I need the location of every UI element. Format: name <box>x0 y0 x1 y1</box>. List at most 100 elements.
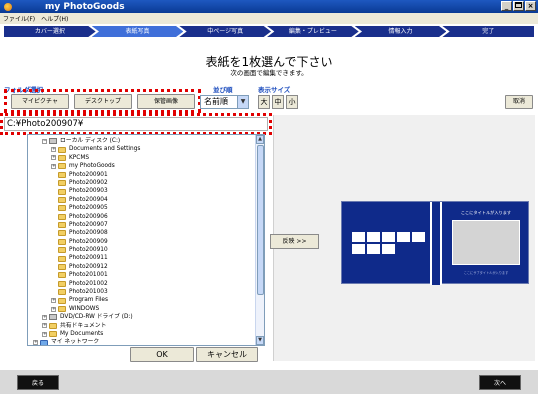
sort-select[interactable]: 名前順 ▼ <box>200 95 249 109</box>
tree-item[interactable]: + Program Files <box>28 296 254 304</box>
reset-button[interactable]: 取消 <box>505 95 533 109</box>
folder-icon <box>49 331 57 338</box>
folder-icon <box>58 272 66 279</box>
folder-icon <box>58 188 66 195</box>
scroll-down-icon[interactable]: ▼ <box>256 336 264 345</box>
tree-item[interactable]: Photo200902 <box>28 179 254 187</box>
size-medium-button[interactable]: 中 <box>272 95 284 109</box>
desktop-button[interactable]: デスクトップ <box>74 94 132 109</box>
tree-item-label: Photo200905 <box>69 205 108 212</box>
tree-item[interactable]: Photo200912 <box>28 263 254 271</box>
current-path: C:¥Photo200907¥ <box>4 117 268 131</box>
tree-item[interactable]: Photo200909 <box>28 238 254 246</box>
tree-item[interactable]: Photo201001 <box>28 271 254 279</box>
folder-icon <box>58 264 66 271</box>
folder-icon <box>58 205 66 212</box>
tree-item-label: Photo200907 <box>69 221 108 228</box>
maximize-button[interactable] <box>513 1 524 11</box>
expand-icon[interactable]: + <box>42 314 47 320</box>
minimize-button[interactable]: _ <box>501 1 512 11</box>
next-button[interactable]: 次へ <box>479 375 521 390</box>
tree-item[interactable]: Photo200906 <box>28 213 254 221</box>
expand-icon[interactable]: + <box>42 323 47 329</box>
expand-icon[interactable]: + <box>42 331 47 337</box>
tree-item[interactable]: + Documents and Settings <box>28 145 254 153</box>
maximize-icon <box>515 2 522 8</box>
folder-icon <box>58 289 66 296</box>
close-button[interactable]: × <box>525 1 536 11</box>
chevron-down-icon[interactable]: ▼ <box>237 96 248 108</box>
tree-item[interactable]: Photo201002 <box>28 280 254 288</box>
expand-icon[interactable]: + <box>51 155 56 161</box>
expand-icon[interactable]: + <box>51 298 56 304</box>
my-pictures-button[interactable]: マイピクチャ <box>11 94 69 109</box>
expand-icon[interactable]: + <box>33 340 38 345</box>
back-button[interactable]: 戻る <box>17 375 59 390</box>
tree-item[interactable]: + 共有ドキュメント <box>28 322 254 330</box>
network-icon <box>40 339 48 345</box>
tree-item[interactable]: − ローカル ディスク (C:) <box>28 137 254 145</box>
title-bar: my PhotoGoods _ × <box>0 0 538 13</box>
tree-item[interactable]: + マイ ネットワーク <box>28 338 254 346</box>
folder-icon <box>58 196 66 203</box>
drive-icon <box>49 314 57 321</box>
size-large-button[interactable]: 大 <box>258 95 270 109</box>
tree-item-label: Photo200912 <box>69 263 108 270</box>
cancel-button[interactable]: キャンセル <box>196 347 258 362</box>
tree-item[interactable]: Photo200905 <box>28 204 254 212</box>
expand-icon[interactable]: + <box>51 163 56 169</box>
scroll-thumb[interactable] <box>257 145 264 295</box>
tree-item-label: Documents and Settings <box>69 146 141 153</box>
expand-icon[interactable]: + <box>51 306 56 312</box>
menu-help[interactable]: ヘルプ(H) <box>41 14 68 23</box>
step-complete: 完了 <box>442 26 535 37</box>
ok-button[interactable]: OK <box>130 347 194 362</box>
size-small-button[interactable]: 小 <box>286 95 298 109</box>
folder-icon <box>49 322 57 329</box>
tree-item[interactable]: + KPCMS <box>28 154 254 162</box>
folder-icon <box>58 146 66 153</box>
cover-front: ここにタイトルが入ります ここにサブタイトルが入ります <box>446 206 526 280</box>
tree-item-label: My Documents <box>60 330 104 337</box>
cover-photo-placeholder <box>452 220 520 265</box>
menu-bar: ファイル(F) ヘルプ(H) <box>0 13 538 24</box>
tree-item[interactable]: + My Documents <box>28 330 254 338</box>
window-controls: _ × <box>501 1 536 11</box>
tree-item[interactable]: Photo200910 <box>28 246 254 254</box>
folder-tree[interactable]: − ローカル ディスク (C:) + Documents and Settings + K… <box>27 134 265 346</box>
tree-item[interactable]: Photo201003 <box>28 288 254 296</box>
menu-file[interactable]: ファイル(F) <box>3 14 35 23</box>
saved-images-button[interactable]: 保管画像 <box>137 94 195 109</box>
tree-item-label: マイ ネットワーク <box>51 339 100 346</box>
tree-item-label: ローカル ディスク (C:) <box>60 138 121 144</box>
apply-button[interactable]: 反映 >> <box>270 234 319 249</box>
folder-icon <box>58 280 66 287</box>
folder-icon <box>58 306 66 312</box>
sort-label: 並び順 <box>213 86 233 94</box>
folder-icon <box>58 238 66 245</box>
tree-item[interactable]: + DVD/CD-RW ドライブ (D:) <box>28 313 254 321</box>
tree-item-label: Photo200911 <box>69 255 108 262</box>
collapse-icon[interactable]: − <box>42 138 47 144</box>
scroll-up-icon[interactable]: ▲ <box>256 135 264 144</box>
folder-icon <box>58 213 66 220</box>
tree-item-label: Photo201003 <box>69 289 108 296</box>
tree-item[interactable]: Photo200908 <box>28 229 254 237</box>
folder-tree-list: − ローカル ディスク (C:) + Documents and Settings + K… <box>28 137 254 346</box>
expand-icon[interactable]: + <box>51 147 56 153</box>
tree-item[interactable]: + WINDOWS <box>28 305 254 313</box>
tree-item[interactable]: Photo200904 <box>28 196 254 204</box>
tree-scrollbar[interactable]: ▲ ▼ <box>255 135 264 345</box>
tree-item[interactable]: Photo200907 <box>28 221 254 229</box>
tree-item-label: 共有ドキュメント <box>60 322 107 329</box>
folder-icon <box>58 297 66 304</box>
tree-item[interactable]: Photo200903 <box>28 187 254 195</box>
tree-item[interactable]: Photo200911 <box>28 254 254 262</box>
tree-item-label: DVD/CD-RW ドライブ (D:) <box>60 314 133 321</box>
tree-item[interactable]: + my PhotoGoods <box>28 162 254 170</box>
tree-item[interactable]: Photo200901 <box>28 171 254 179</box>
cover-title: ここにタイトルが入ります <box>460 210 512 215</box>
tree-item-label: Photo200906 <box>69 213 108 220</box>
folder-icon <box>58 171 66 178</box>
tree-item-label: Photo200903 <box>69 188 108 195</box>
